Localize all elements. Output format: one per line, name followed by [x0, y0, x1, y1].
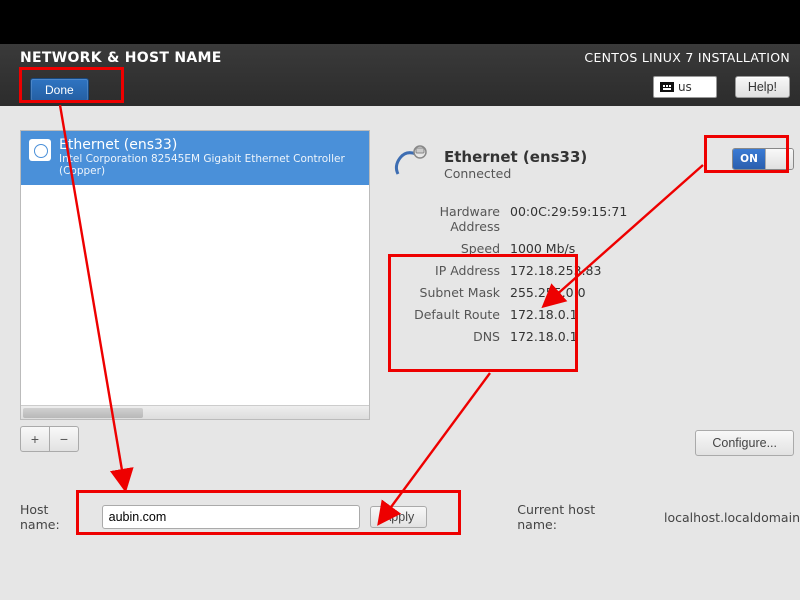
- dns-val: 172.18.0.1: [510, 329, 578, 344]
- gw-val: 172.18.0.1: [510, 307, 578, 322]
- speed-key: Speed: [390, 241, 500, 256]
- ip-key: IP Address: [390, 263, 500, 278]
- keyboard-layout-indicator[interactable]: us: [653, 76, 717, 98]
- keyboard-layout-text: us: [678, 80, 692, 94]
- network-item-subtitle: Intel Corporation 82545EM Gigabit Ethern…: [59, 153, 361, 177]
- hostname-row: Host name: Apply Current host name: loca…: [20, 502, 800, 532]
- add-interface-button[interactable]: +: [20, 426, 50, 452]
- current-hostname-label: Current host name:: [517, 502, 638, 532]
- connection-details: Hardware Address 00:0C:29:59:15:71 Speed 1…: [390, 204, 800, 344]
- hw-val: 00:0C:29:59:15:71: [510, 204, 627, 234]
- window-top-blackbar: [0, 0, 800, 44]
- network-item-title: Ethernet (ens33): [59, 137, 361, 153]
- connection-status: Connected: [444, 166, 587, 181]
- ethernet-icon: [29, 139, 51, 161]
- remove-interface-button[interactable]: −: [49, 426, 79, 452]
- connection-title: Ethernet (ens33): [444, 148, 587, 166]
- dns-key: DNS: [390, 329, 500, 344]
- horizontal-scrollbar[interactable]: [21, 405, 369, 419]
- ethernet-large-icon: [390, 144, 432, 184]
- current-hostname-value: localhost.localdomain: [664, 510, 800, 525]
- network-interface-list[interactable]: Ethernet (ens33) Intel Corporation 82545…: [20, 130, 370, 420]
- connection-toggle[interactable]: ON: [732, 148, 794, 170]
- main-content: Ethernet (ens33) Intel Corporation 82545…: [20, 130, 800, 452]
- mask-val: 255.255.0.0: [510, 285, 586, 300]
- apply-button[interactable]: Apply: [370, 506, 427, 528]
- network-interfaces-panel: Ethernet (ens33) Intel Corporation 82545…: [20, 130, 370, 452]
- header-bar: NETWORK & HOST NAME CENTOS LINUX 7 INSTA…: [0, 44, 800, 106]
- hostname-label: Host name:: [20, 502, 92, 532]
- toggle-knob: [765, 149, 793, 169]
- install-title: CENTOS LINUX 7 INSTALLATION: [584, 50, 790, 65]
- connection-details-panel: Ethernet (ens33) Connected ON Hardware A…: [390, 130, 800, 452]
- gw-key: Default Route: [390, 307, 500, 322]
- done-button[interactable]: Done: [30, 78, 89, 102]
- speed-val: 1000 Mb/s: [510, 241, 575, 256]
- help-button[interactable]: Help!: [735, 76, 790, 98]
- configure-button[interactable]: Configure...: [695, 430, 794, 456]
- toggle-on-label: ON: [733, 149, 765, 169]
- hostname-input[interactable]: [102, 505, 360, 529]
- ip-val: 172.18.253.83: [510, 263, 601, 278]
- hw-key: Hardware Address: [390, 204, 500, 234]
- mask-key: Subnet Mask: [390, 285, 500, 300]
- network-item-ens33[interactable]: Ethernet (ens33) Intel Corporation 82545…: [21, 131, 369, 185]
- keyboard-icon: [660, 82, 674, 92]
